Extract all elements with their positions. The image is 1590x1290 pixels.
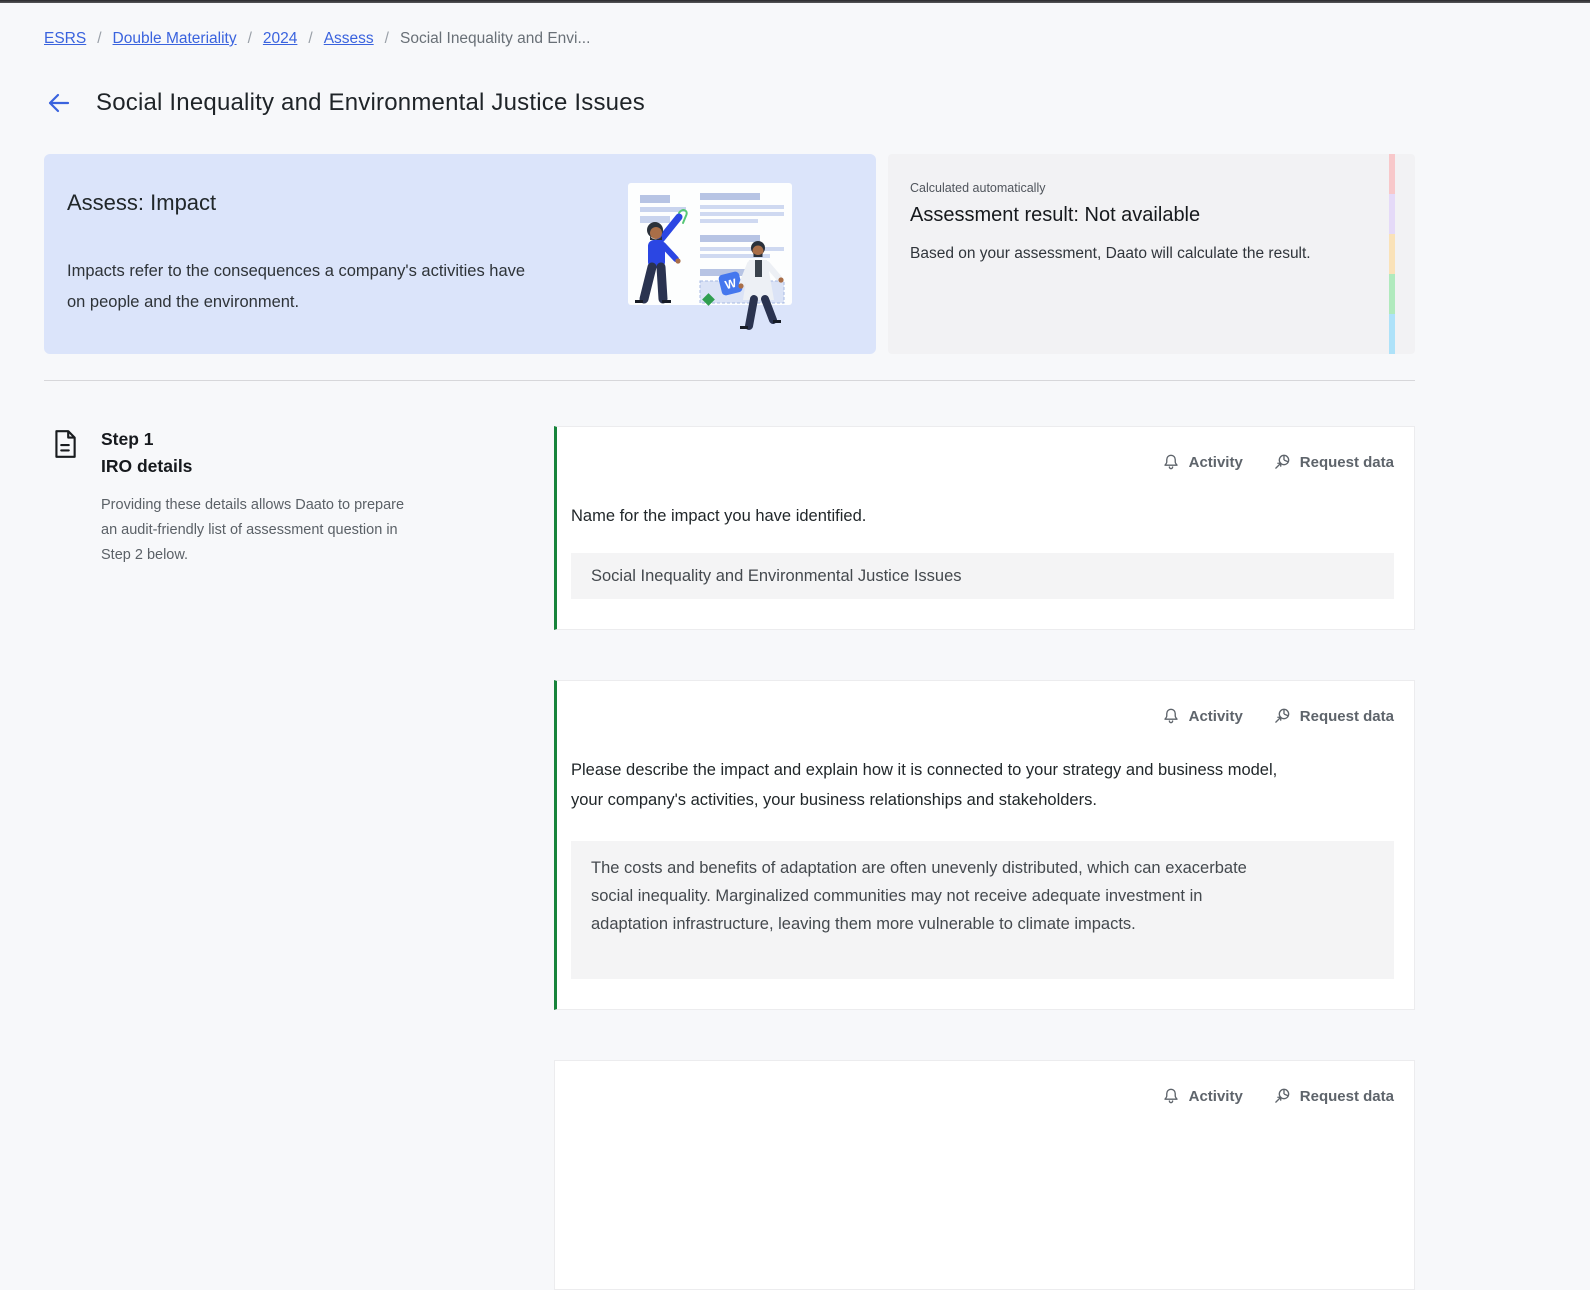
result-description: Based on your assessment, Daato will cal… (910, 245, 1311, 262)
pie-arrow-icon (1275, 708, 1290, 723)
activity-button[interactable]: Activity (1162, 453, 1243, 471)
question-card-next: Activity Request data (554, 1060, 1415, 1290)
card-actions: Activity Request data (571, 453, 1394, 471)
back-arrow-icon (48, 93, 70, 113)
assess-card-description: Impacts refer to the consequences a comp… (67, 262, 526, 311)
stripe-segment-green (1389, 274, 1395, 314)
request-data-label: Request data (1299, 453, 1394, 471)
page: ESRS / Double Materiality / 2024 / Asses… (0, 30, 1590, 1290)
bell-icon (1163, 708, 1178, 724)
question-card-impact-name: Activity Request data Name for the impac… (554, 426, 1415, 630)
breadcrumb-link-assess[interactable]: Assess (324, 30, 374, 48)
result-eyebrow: Calculated automatically (910, 181, 1046, 195)
activity-button[interactable]: Activity (1162, 707, 1243, 725)
step-description: Providing these details allows Daato to … (101, 497, 405, 563)
pie-arrow-icon (1275, 1088, 1290, 1103)
result-color-stripe (1389, 154, 1395, 354)
impact-description-textarea[interactable]: The costs and benefits of adaptation are… (571, 841, 1394, 979)
stripe-segment-purple (1389, 194, 1395, 234)
pie-arrow-icon (1275, 454, 1290, 469)
activity-label: Activity (1188, 1087, 1243, 1105)
request-data-button[interactable]: Request data (1273, 453, 1394, 471)
title-row: Social Inequality and Environmental Just… (44, 88, 1590, 118)
impact-name-label: Name for the impact you have identified. (571, 507, 867, 525)
question-cards-column: Activity Request data Name for the impac… (554, 426, 1415, 1290)
result-title: Assessment result: Not available (910, 204, 1201, 226)
step-label: Step 1 (101, 429, 154, 449)
step1-section: Step 1 IRO details Providing these detai… (44, 426, 1590, 1290)
stripe-segment-red (1389, 154, 1395, 194)
back-button[interactable] (44, 88, 74, 118)
stripe-segment-blue (1389, 314, 1395, 354)
document-icon (55, 430, 76, 458)
step-name: IRO details (101, 456, 193, 476)
bell-icon (1163, 454, 1178, 470)
step-info-column: Step 1 IRO details Providing these detai… (44, 426, 554, 1290)
window-top-edge (0, 0, 1590, 3)
breadcrumb-current: Social Inequality and Envi... (399, 30, 591, 47)
people-document-illustration: W PDF (628, 183, 792, 330)
request-data-button[interactable]: Request data (1273, 1087, 1394, 1105)
breadcrumb-link-2024[interactable]: 2024 (263, 30, 297, 48)
stripe-segment-orange (1389, 234, 1395, 274)
question-card-impact-description: Activity Request data Please describe th… (554, 680, 1415, 1010)
breadcrumb-separator: / (247, 30, 252, 47)
activity-label: Activity (1188, 453, 1243, 471)
request-data-button[interactable]: Request data (1273, 707, 1394, 725)
card-actions: Activity Request data (571, 1087, 1394, 1105)
step-text: Step 1 IRO details Providing these detai… (101, 426, 413, 568)
activity-button[interactable]: Activity (1162, 1087, 1243, 1105)
breadcrumb-link-double-materiality[interactable]: Double Materiality (113, 30, 237, 48)
assessment-result-card: Calculated automatically Assessment resu… (888, 154, 1415, 354)
breadcrumb-separator: / (97, 30, 102, 47)
impact-name-input[interactable] (571, 553, 1394, 599)
breadcrumb: ESRS / Double Materiality / 2024 / Asses… (44, 30, 1590, 48)
breadcrumb-separator: / (384, 30, 389, 47)
impact-description-label: Please describe the impact and explain h… (571, 761, 1278, 809)
breadcrumb-link-esrs[interactable]: ESRS (44, 30, 86, 48)
assess-impact-card: Assess: Impact Impacts refer to the cons… (44, 154, 876, 354)
section-divider (44, 380, 1415, 381)
bell-icon (1163, 1088, 1178, 1104)
activity-label: Activity (1188, 707, 1243, 725)
request-data-label: Request data (1299, 707, 1394, 725)
request-data-label: Request data (1299, 1087, 1394, 1105)
hero-row: Assess: Impact Impacts refer to the cons… (44, 154, 1590, 354)
page-title: Social Inequality and Environmental Just… (96, 89, 645, 116)
breadcrumb-separator: / (308, 30, 313, 47)
card-actions: Activity Request data (571, 707, 1394, 725)
